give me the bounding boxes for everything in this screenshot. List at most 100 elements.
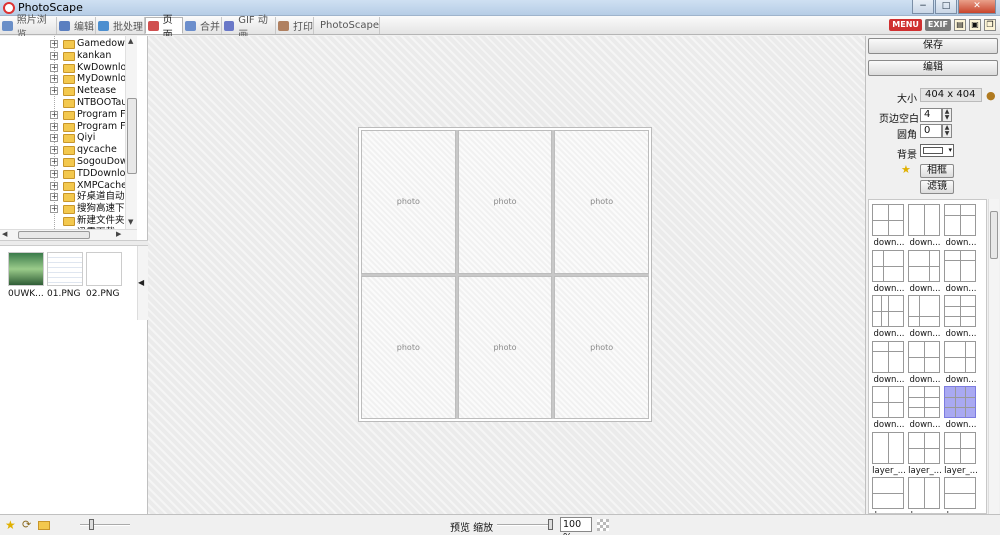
refresh-icon[interactable]: ⟳ <box>22 519 34 531</box>
folder-tree-item[interactable]: NTBOOTaut <box>0 97 125 109</box>
expand-icon[interactable]: + <box>50 158 58 166</box>
file-thumbnail[interactable]: 0UWK... <box>8 252 44 299</box>
exif-button[interactable]: EXIF <box>924 19 951 31</box>
expand-icon[interactable]: + <box>50 110 58 119</box>
folder-tree-item[interactable]: + TDDownloa <box>0 168 125 180</box>
size-info-icon[interactable]: ● <box>986 89 996 102</box>
photo-slot[interactable]: photo <box>554 275 649 419</box>
expand-icon[interactable]: + <box>50 87 58 96</box>
layout-template[interactable]: down... <box>872 386 906 430</box>
tab-gif-animation[interactable]: GIF 动画 <box>222 15 276 41</box>
photo-slot[interactable]: photo <box>554 130 649 274</box>
copy-icon[interactable]: ❐ <box>984 19 996 31</box>
file-thumbnail[interactable]: 01.PNG <box>47 252 83 299</box>
star-icon[interactable]: ★ <box>901 163 911 176</box>
photo-slot[interactable]: photo <box>361 275 456 419</box>
scroll-down-icon[interactable]: ▼ <box>128 218 133 226</box>
layout-template[interactable]: down... <box>872 295 906 339</box>
background-color-picker[interactable]: ▾ <box>920 144 954 157</box>
tab-batch[interactable]: 批处理 <box>96 17 145 34</box>
layout-template[interactable]: down... <box>908 386 942 430</box>
edit-button[interactable]: 编辑 <box>868 60 998 76</box>
zoom-value[interactable]: 100 % <box>560 517 592 535</box>
layout-template[interactable]: down... <box>908 295 942 339</box>
transparency-toggle-icon[interactable] <box>597 519 609 531</box>
folder-tree-item[interactable]: + MyDownloa <box>0 73 125 85</box>
collapse-panel-icon[interactable]: ◀ <box>138 278 144 287</box>
folder-tree-item[interactable]: + qycache <box>0 144 125 156</box>
tab-photoscape[interactable]: PhotoScape <box>314 17 380 34</box>
folder-tree-item[interactable]: + SogouDown <box>0 156 125 168</box>
scroll-left-icon[interactable]: ◀ <box>2 230 7 238</box>
folder-tree-item[interactable]: 新建文件夹 <box>0 215 125 227</box>
favorite-star-icon[interactable]: ★ <box>5 519 17 531</box>
photo-slot[interactable]: photo <box>457 130 553 274</box>
frame-button[interactable]: 相框 <box>920 164 954 178</box>
thumbnail-size-knob[interactable] <box>89 519 94 530</box>
expand-icon[interactable]: + <box>50 75 58 84</box>
expand-icon[interactable]: + <box>50 51 58 60</box>
expand-icon[interactable]: + <box>50 63 58 72</box>
zoom-slider-knob[interactable] <box>548 519 553 530</box>
maximize-button[interactable]: □ <box>935 0 957 14</box>
tree-horizontal-scrollbar[interactable]: ◀ ▶ <box>0 229 137 240</box>
minimize-button[interactable]: − <box>912 0 934 14</box>
window-icon[interactable]: ▣ <box>969 19 981 31</box>
layout-template[interactable]: down... <box>872 204 906 248</box>
thumbnail-size-slider[interactable] <box>80 524 130 526</box>
corner-stepper[interactable]: ▲ ▼ <box>942 124 952 138</box>
folder-tree-item[interactable]: + Qiyi <box>0 132 125 144</box>
file-thumbnail[interactable]: 02.PNG <box>86 252 122 299</box>
open-folder-icon[interactable] <box>38 521 50 530</box>
layout-template[interactable]: down... <box>872 249 906 294</box>
zoom-slider[interactable] <box>497 524 553 526</box>
folder-tree-item[interactable]: + XMPCache <box>0 180 125 192</box>
layout-template[interactable]: layer... <box>944 477 978 513</box>
tree-scroll-thumb[interactable] <box>127 98 137 174</box>
corner-input[interactable]: 0 <box>920 124 942 138</box>
photo-slot[interactable]: photo <box>457 275 553 419</box>
menu-button[interactable]: MENU <box>889 19 922 31</box>
folder-tree-item[interactable]: + KwDownloa <box>0 62 125 74</box>
layout-template[interactable]: down... <box>944 295 978 339</box>
expand-icon[interactable]: + <box>50 169 58 178</box>
expand-icon[interactable]: + <box>50 122 58 131</box>
expand-icon[interactable]: + <box>50 40 58 48</box>
layout-template[interactable]: down... <box>908 340 942 385</box>
photo-slot[interactable]: photo <box>361 130 456 274</box>
tree-vertical-scrollbar[interactable]: ▲ ▼ <box>125 36 137 229</box>
layouts-scrollbar[interactable] <box>988 199 999 514</box>
tab-photo-viewer[interactable]: 照片浏览 <box>0 15 57 41</box>
layout-template[interactable]: down... <box>908 249 942 294</box>
margin-stepper[interactable]: ▲ ▼ <box>942 108 952 122</box>
folder-tree-item[interactable]: + 搜狗高速下载 <box>0 203 125 215</box>
layout-template[interactable]: down... <box>944 340 978 385</box>
expand-icon[interactable]: + <box>50 146 58 155</box>
save-button[interactable]: 保存 <box>868 38 998 54</box>
tab-combine[interactable]: 合并 <box>183 17 222 34</box>
expand-icon[interactable]: + <box>50 134 58 143</box>
folder-icon[interactable]: ▤ <box>954 19 966 31</box>
scroll-right-icon[interactable]: ▶ <box>116 230 121 238</box>
close-button[interactable]: ✕ <box>958 0 996 14</box>
layout-template[interactable]: layer_... <box>908 431 942 476</box>
tab-page[interactable]: 页面 <box>145 15 183 41</box>
layout-template[interactable]: down... <box>944 204 978 248</box>
layout-template[interactable]: down... <box>908 204 942 248</box>
layout-template[interactable]: down... <box>944 249 978 294</box>
folder-tree-item[interactable]: + 好桌道自动 <box>0 191 125 203</box>
folder-tree-item[interactable]: + kankan <box>0 50 125 62</box>
folder-tree-item[interactable]: + Gamedownl <box>0 38 125 50</box>
expand-icon[interactable]: + <box>50 205 58 214</box>
layout-template[interactable]: down... <box>872 340 906 385</box>
layout-template[interactable]: down... <box>944 386 978 430</box>
tab-editor[interactable]: 编辑 <box>57 17 96 34</box>
margin-input[interactable]: 4 <box>920 108 942 122</box>
scroll-up-icon[interactable]: ▲ <box>128 37 133 45</box>
expand-icon[interactable]: + <box>50 181 58 190</box>
tab-print[interactable]: 打印 <box>276 17 314 34</box>
layout-template[interactable]: layer... <box>908 477 942 513</box>
folder-tree-item[interactable]: + Netease <box>0 85 125 97</box>
filter-button[interactable]: 滤镜 <box>920 180 954 194</box>
folder-tree-item[interactable]: + Program File <box>0 109 125 121</box>
